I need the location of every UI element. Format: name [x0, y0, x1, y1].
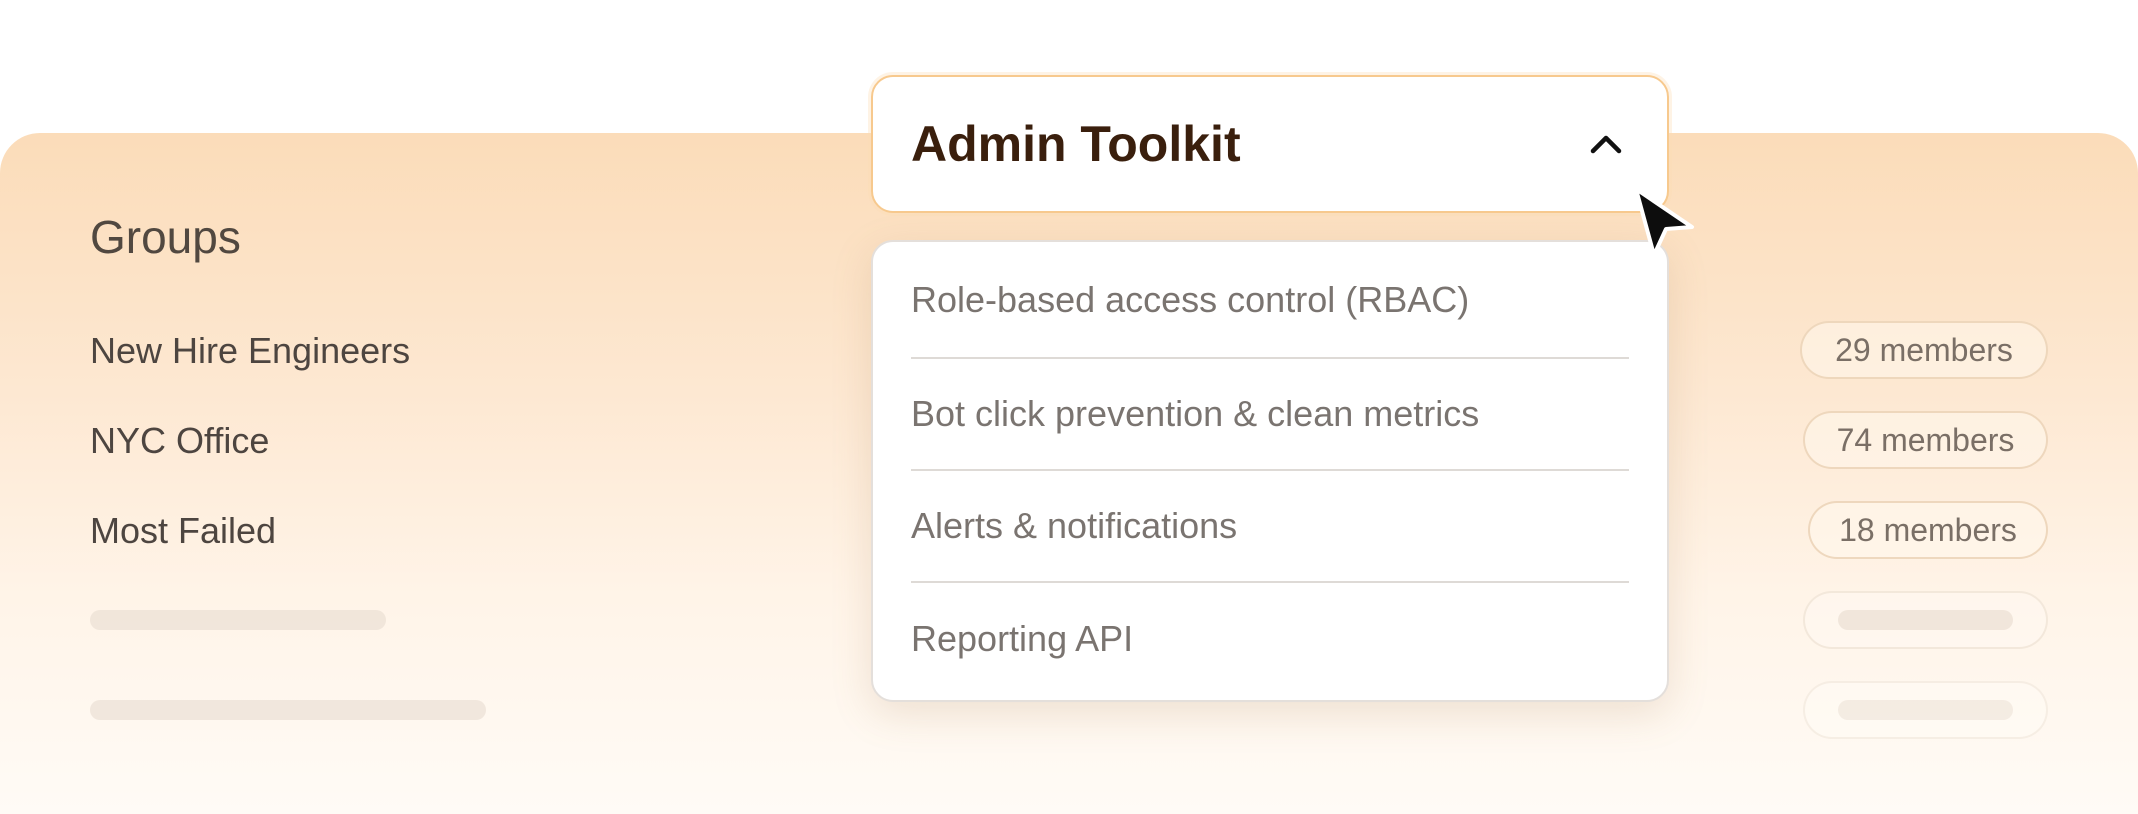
- groups-title: Groups: [90, 211, 241, 263]
- skeleton-badge-bar: [1838, 700, 2013, 720]
- skeleton-row-name: [90, 700, 486, 720]
- stage: Groups New Hire Engineers NYC Office Mos…: [0, 0, 2138, 814]
- group-row-nyc-office[interactable]: NYC Office: [90, 420, 269, 462]
- skeleton-badge: [1803, 591, 2048, 649]
- dropdown-selected-label: Admin Toolkit: [911, 116, 1241, 172]
- members-count-badge: 18 members: [1808, 501, 2048, 559]
- group-row-new-hire-engineers[interactable]: New Hire Engineers: [90, 330, 410, 372]
- members-count-badge: 29 members: [1800, 321, 2048, 379]
- menu-item-bot-click-prevention[interactable]: Bot click prevention & clean metrics: [911, 359, 1629, 471]
- skeleton-badge-bar: [1838, 610, 2013, 630]
- menu-item-rbac[interactable]: Role-based access control (RBAC): [911, 242, 1629, 359]
- skeleton-badge: [1803, 681, 2048, 739]
- menu-item-alerts-notifications[interactable]: Alerts & notifications: [911, 471, 1629, 583]
- mouse-pointer-icon: [1630, 185, 1700, 265]
- dropdown-menu: Role-based access control (RBAC) Bot cli…: [871, 240, 1669, 702]
- skeleton-row-name: [90, 610, 386, 630]
- members-count-badge: 74 members: [1803, 411, 2048, 469]
- admin-toolkit-dropdown[interactable]: Admin Toolkit: [871, 75, 1669, 213]
- group-row-most-failed[interactable]: Most Failed: [90, 510, 276, 552]
- chevron-up-icon[interactable]: [1585, 123, 1627, 165]
- menu-item-reporting-api[interactable]: Reporting API: [911, 583, 1629, 695]
